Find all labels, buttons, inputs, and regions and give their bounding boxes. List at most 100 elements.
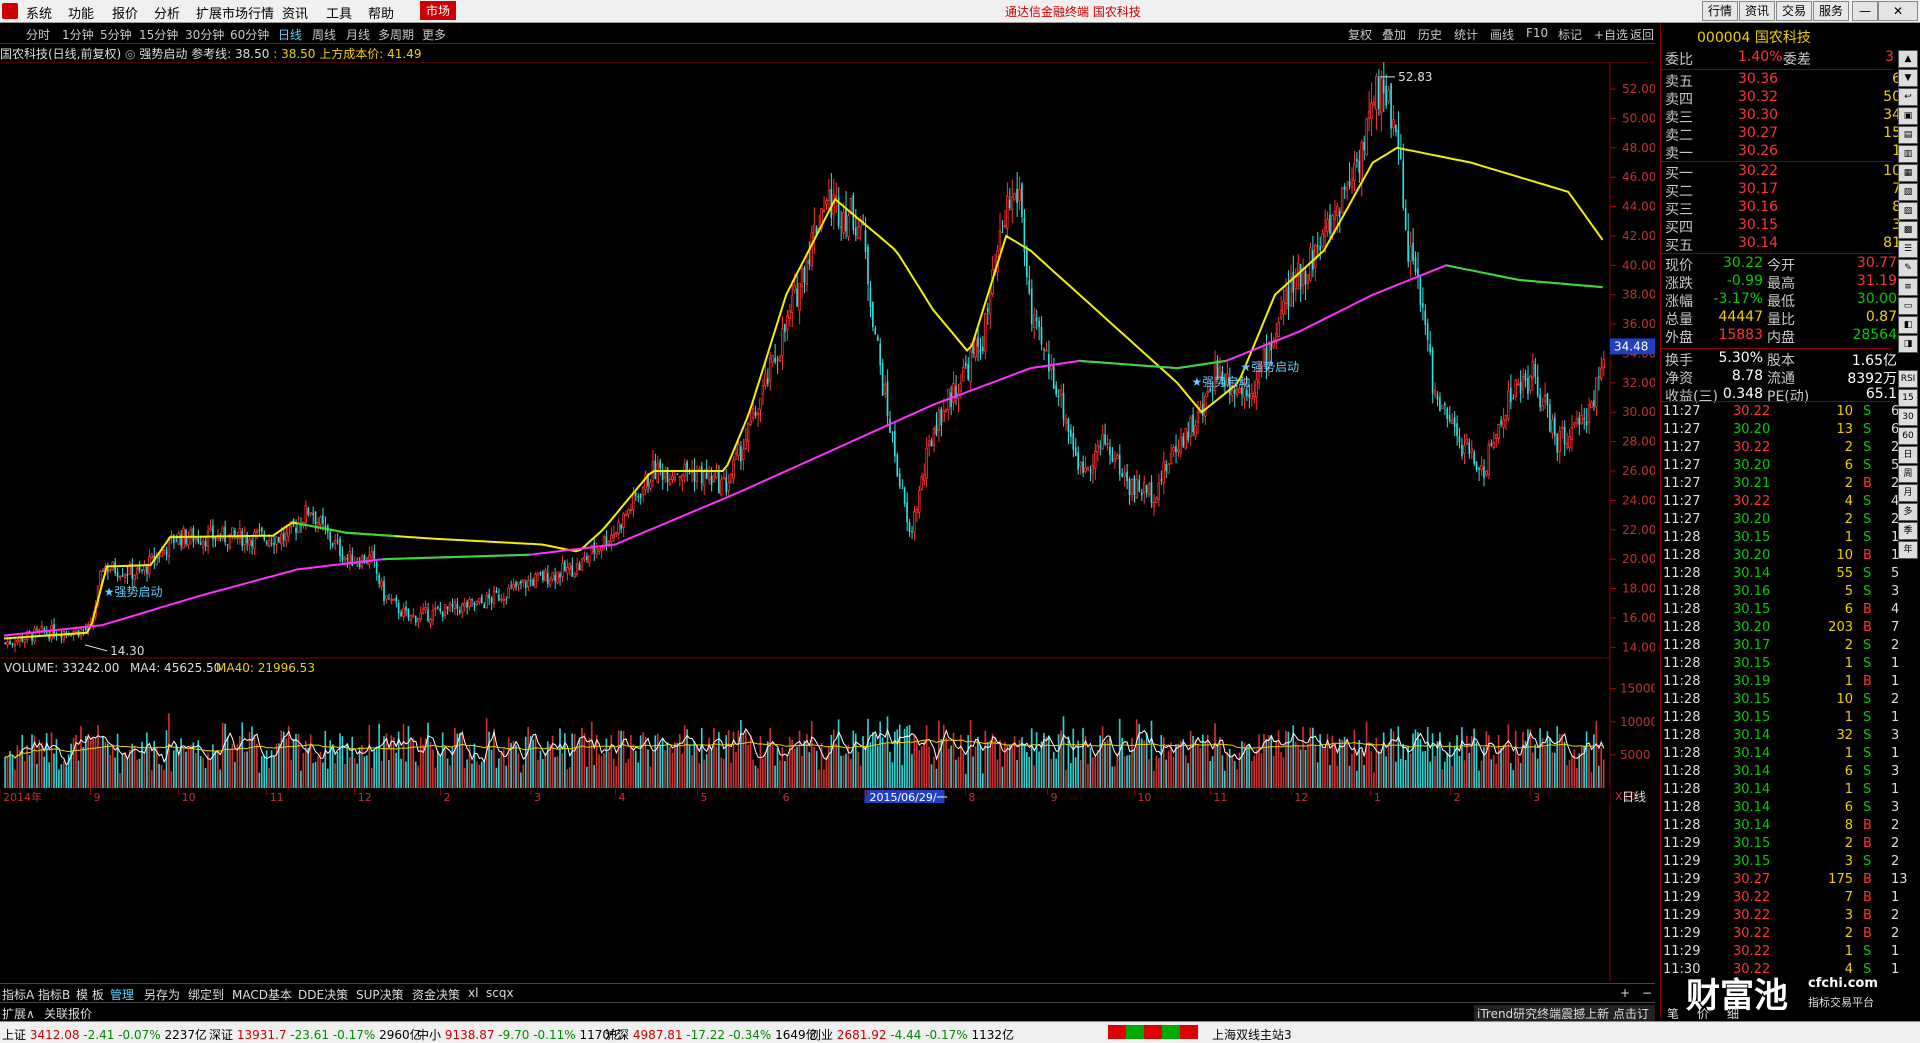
related-quote-button[interactable]: 关联报价 — [44, 1005, 92, 1022]
ask-row[interactable]: 卖三 30.30 34 — [1663, 107, 1901, 126]
toolbar-period-button[interactable]: 月 — [1898, 484, 1918, 502]
period-60min[interactable]: 60分钟 — [230, 26, 269, 43]
btn-hangqing[interactable]: 行情 — [1702, 1, 1739, 21]
bid-row[interactable]: 买四 30.15 3 — [1663, 217, 1901, 236]
close-icon[interactable]: ✕ — [1878, 1, 1918, 21]
toolbar-tool-icon[interactable]: ▭ — [1898, 297, 1918, 315]
expand-button[interactable]: 扩展∧ — [2, 1005, 35, 1022]
market-button[interactable]: 市场 — [420, 1, 457, 20]
toolbar-period-button[interactable]: 30 — [1898, 408, 1918, 426]
tab-dde[interactable]: DDE决策 — [298, 986, 348, 1003]
ask-row[interactable]: 卖四 30.32 50 — [1663, 89, 1901, 108]
toolbar-tool-icon[interactable]: ▧ — [1898, 183, 1918, 201]
period-1min[interactable]: 1分钟 — [62, 26, 94, 43]
toolbar-period-button[interactable]: 周 — [1898, 465, 1918, 483]
period-15min[interactable]: 15分钟 — [139, 26, 178, 43]
tool-mark[interactable]: 标记 — [1558, 26, 1582, 43]
index-quote[interactable]: 深证 13931.7 -23.61 -0.17% 2960亿 — [209, 1026, 422, 1043]
toolbar-period-button[interactable]: 多 — [1898, 503, 1918, 521]
toolbar-tool-icon[interactable]: ▲ — [1898, 50, 1918, 68]
period-30min[interactable]: 30分钟 — [185, 26, 224, 43]
ask-row[interactable]: 卖五 30.36 6 — [1663, 71, 1901, 90]
tab-funds[interactable]: 资金决策 — [412, 986, 460, 1003]
toolbar-tool-icon[interactable]: ≡ — [1898, 278, 1918, 296]
tab-template[interactable]: 模 板 — [76, 986, 104, 1003]
toolbar-period-button[interactable]: RSI — [1898, 370, 1918, 388]
toolbar-period-button[interactable]: 15 — [1898, 389, 1918, 407]
tool-history[interactable]: 历史 — [1418, 26, 1442, 43]
index-quote[interactable]: 中小 9138.87 -9.70 -0.11% 1170亿 — [417, 1026, 622, 1043]
index-quote[interactable]: 创业 2681.92 -4.44 -0.17% 1132亿 — [809, 1026, 1014, 1043]
toolbar-period-button[interactable]: 日 — [1898, 446, 1918, 464]
index-quote[interactable]: 上证 3412.08 -2.41 -0.07% 2237亿 — [2, 1026, 207, 1043]
btn-zixun[interactable]: 资讯 — [1739, 1, 1776, 21]
btn-fuwu[interactable]: 服务 — [1813, 1, 1850, 21]
tab-manage[interactable]: 管理 — [110, 986, 134, 1003]
toolbar-tool-icon[interactable]: ▦ — [1898, 164, 1918, 182]
menu-extended-market[interactable]: 扩展市场行情 — [196, 3, 274, 22]
tool-fuquan[interactable]: 复权 — [1348, 26, 1372, 43]
server-status[interactable]: 上海双线主站3 — [1212, 1026, 1292, 1043]
tab-indicator-b[interactable]: 指标B — [38, 986, 70, 1003]
period-weekly[interactable]: 周线 — [312, 26, 336, 43]
toolbar-tool-icon[interactable]: ◨ — [1898, 335, 1918, 353]
tab-save-as[interactable]: 另存为 — [144, 986, 180, 1003]
kline-chart[interactable]: 52.0050.0048.0046.0044.0042.0040.0038.00… — [0, 62, 1655, 982]
menu-analysis[interactable]: 分析 — [154, 3, 180, 22]
period-daily[interactable]: 日线 — [278, 26, 302, 43]
toolbar-tool-icon[interactable]: ↩ — [1898, 88, 1918, 106]
tool-add-favorite[interactable]: +自选 — [1594, 26, 1628, 43]
period-fenshi[interactable]: 分时 — [26, 26, 50, 43]
toolbar-tool-icon[interactable]: ✎ — [1898, 259, 1918, 277]
period-more[interactable]: 更多 — [422, 26, 446, 43]
toolbar-tool-icon[interactable]: ▨ — [1898, 202, 1918, 220]
volume-bar — [190, 744, 192, 788]
period-multi[interactable]: 多周期 — [378, 26, 414, 43]
tab-sup[interactable]: SUP决策 — [356, 986, 404, 1003]
menu-system[interactable]: 系统 — [26, 3, 52, 22]
ask-row[interactable]: 卖一 30.26 1 — [1663, 143, 1901, 162]
menu-tools[interactable]: 工具 — [326, 3, 352, 22]
bid-row[interactable]: 买三 30.16 8 — [1663, 199, 1901, 218]
tool-f10[interactable]: F10 — [1526, 26, 1548, 40]
zoom-in-icon[interactable]: + — [1620, 986, 1630, 1000]
toolbar-period-button[interactable]: 季 — [1898, 522, 1918, 540]
tab-scqx[interactable]: scqx — [486, 986, 514, 1000]
btn-jiaoyi[interactable]: 交易 — [1776, 1, 1813, 21]
eye-icon[interactable]: ◎ — [125, 47, 135, 61]
tab-macd[interactable]: MACD基本 — [232, 986, 292, 1003]
toolbar-tool-icon[interactable]: ▩ — [1898, 221, 1918, 239]
toolbar-tool-icon[interactable]: ◧ — [1898, 316, 1918, 334]
btn-xi[interactable]: 细 — [1727, 1005, 1739, 1022]
menu-function[interactable]: 功能 — [68, 3, 94, 22]
toolbar-tool-icon[interactable]: ☰ — [1898, 240, 1918, 258]
index-quote[interactable]: 沪深 4987.81 -17.22 -0.34% 1649亿 — [605, 1026, 818, 1043]
toolbar-tool-icon[interactable]: ▣ — [1898, 107, 1918, 125]
tool-draw[interactable]: 画线 — [1490, 26, 1514, 43]
tab-xl[interactable]: xl — [468, 986, 478, 1000]
ask-row[interactable]: 卖二 30.27 15 — [1663, 125, 1901, 144]
minimize-icon[interactable]: — — [1852, 1, 1878, 21]
period-5min[interactable]: 5分钟 — [100, 26, 132, 43]
menu-help[interactable]: 帮助 — [368, 3, 394, 22]
toolbar-tool-icon[interactable]: ▤ — [1898, 126, 1918, 144]
btn-bi[interactable]: 笔 — [1667, 1005, 1679, 1022]
bid-row[interactable]: 买一 30.22 10 — [1663, 163, 1901, 182]
tool-overlay[interactable]: 叠加 — [1382, 26, 1406, 43]
toolbar-period-button[interactable]: 60 — [1898, 427, 1918, 445]
tab-indicator-a[interactable]: 指标A — [2, 986, 34, 1003]
toolbar-period-button[interactable]: 年 — [1898, 541, 1918, 559]
bid-row[interactable]: 买二 30.17 7 — [1663, 181, 1901, 200]
btn-jia[interactable]: 价 — [1697, 1005, 1709, 1022]
menu-info[interactable]: 资讯 — [282, 3, 308, 22]
toolbar-tool-icon[interactable]: ▥ — [1898, 145, 1918, 163]
period-monthly[interactable]: 月线 — [346, 26, 370, 43]
candle-body — [214, 537, 217, 540]
zoom-out-icon[interactable]: − — [1642, 986, 1652, 1000]
bid-row[interactable]: 买五 30.14 81 — [1663, 235, 1901, 254]
tool-back[interactable]: 返回 — [1630, 26, 1654, 43]
toolbar-tool-icon[interactable]: ▼ — [1898, 69, 1918, 87]
tool-stats[interactable]: 统计 — [1454, 26, 1478, 43]
menu-quote[interactable]: 报价 — [112, 3, 138, 22]
tab-bind-to[interactable]: 绑定到 — [188, 986, 224, 1003]
